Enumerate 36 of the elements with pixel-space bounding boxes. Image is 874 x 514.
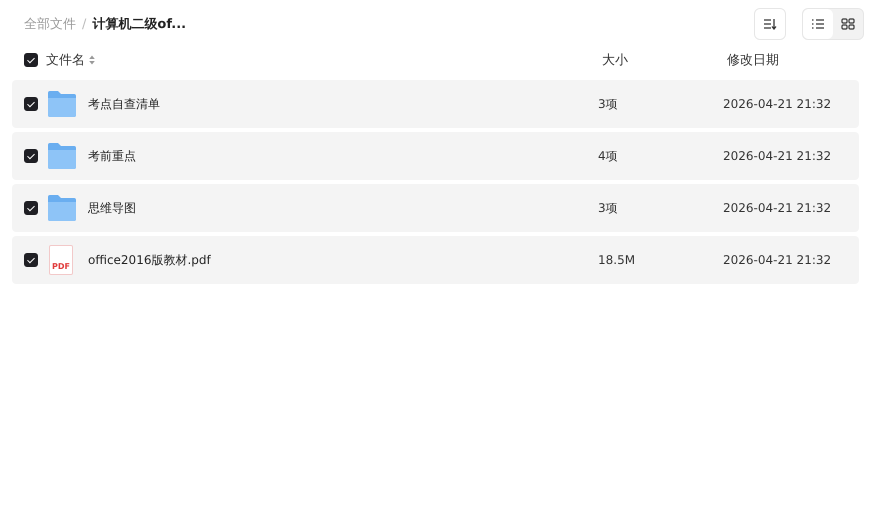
file-name: 考点自查清单 — [88, 96, 161, 112]
sort-arrows-icon[interactable] — [89, 55, 95, 65]
file-name: 思维导图 — [88, 200, 137, 216]
list-icon — [811, 18, 825, 30]
file-size: 3项 — [598, 200, 619, 216]
file-row[interactable]: PDF office2016版教材.pdf 18.5M 2026-04-21 21:32 — [12, 236, 859, 284]
file-row[interactable]: 考前重点 4项 2026-04-21 21:32 — [12, 132, 859, 180]
modified-date: 2026-04-21 21:32 — [723, 201, 832, 215]
pdf-file-icon: PDF — [49, 245, 73, 275]
file-name: 考前重点 — [88, 148, 137, 164]
column-header: 修改日期 — [727, 52, 779, 69]
folder-icon — [47, 90, 77, 118]
column-header[interactable]: 文件名 — [46, 51, 85, 69]
sort-button[interactable] — [754, 8, 786, 40]
breadcrumb-item: 计算机二级of... — [92, 16, 186, 33]
column-header: 大小 — [602, 52, 629, 69]
file-size: 3项 — [598, 96, 619, 112]
file-row[interactable]: 思维导图 3项 2026-04-21 21:32 — [12, 184, 859, 232]
folder-icon — [47, 194, 77, 222]
folder-icon — [47, 142, 77, 170]
file-name: office2016版教材.pdf — [88, 252, 212, 268]
modified-date: 2026-04-21 21:32 — [723, 253, 832, 267]
file-row[interactable]: 考点自查清单 3项 2026-04-21 21:32 — [12, 80, 859, 128]
modified-date: 2026-04-21 21:32 — [723, 149, 832, 163]
file-size: 18.5M — [598, 253, 636, 267]
breadcrumb-separator: / — [82, 16, 86, 32]
list-view-button[interactable] — [803, 9, 833, 39]
sort-icon — [763, 18, 777, 30]
grid-icon — [841, 18, 855, 30]
file-size: 4项 — [598, 148, 619, 164]
row-checkbox[interactable] — [24, 97, 38, 111]
modified-date: 2026-04-21 21:32 — [723, 97, 832, 111]
row-checkbox[interactable] — [24, 201, 38, 215]
row-checkbox[interactable] — [24, 253, 38, 267]
select-all-checkbox[interactable] — [24, 53, 38, 67]
row-checkbox[interactable] — [24, 149, 38, 163]
